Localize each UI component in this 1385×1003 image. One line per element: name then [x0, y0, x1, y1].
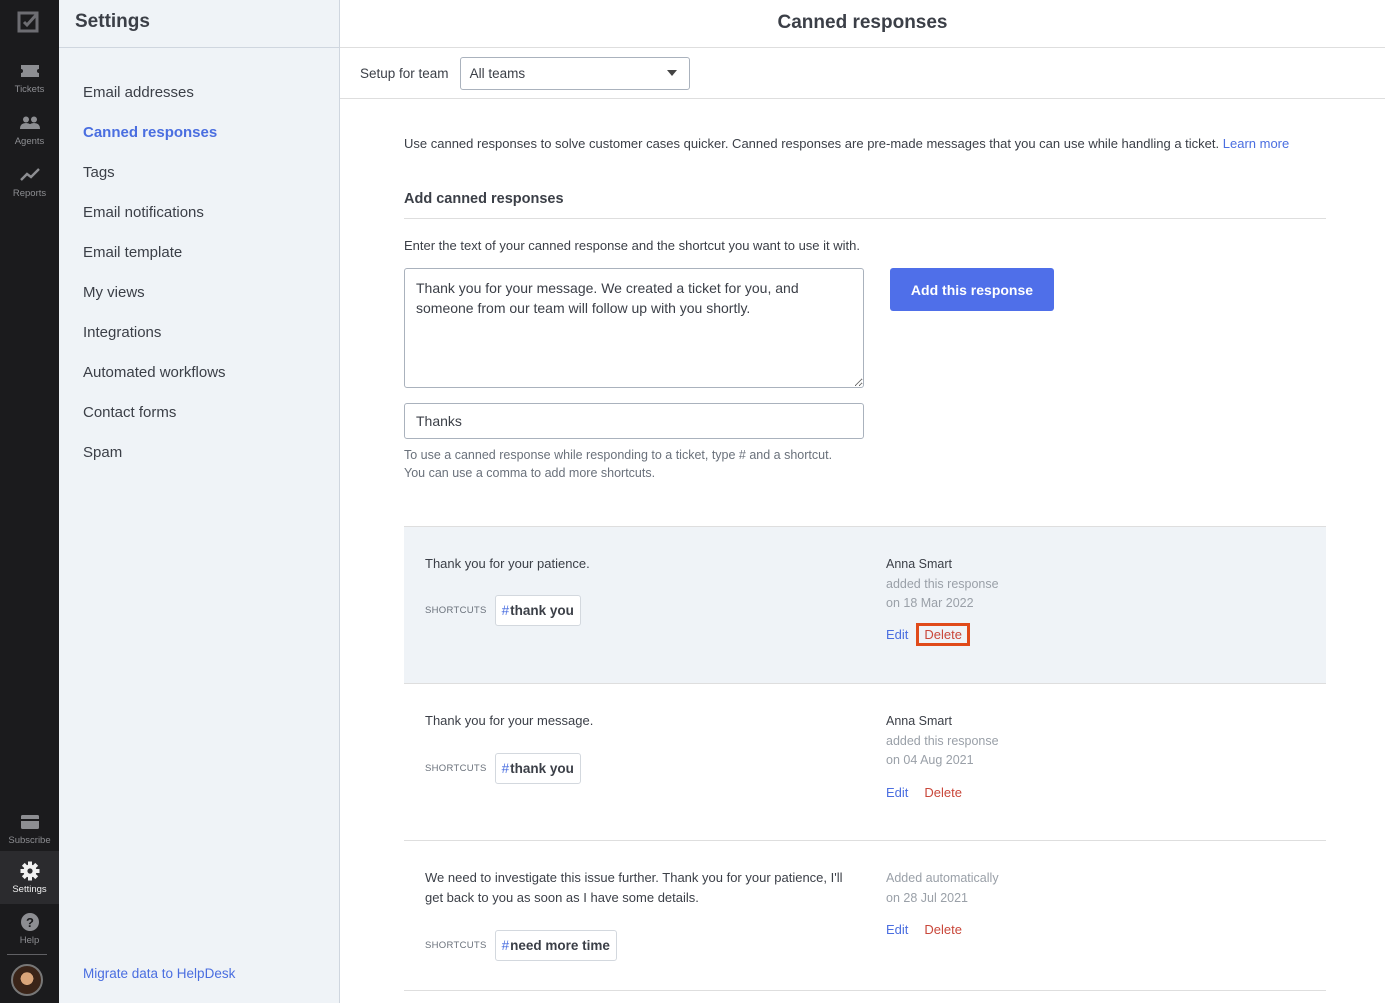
response-actions: Edit Delete [886, 922, 962, 937]
user-avatar[interactable] [11, 964, 43, 996]
response-text: We need to investigate this issue furthe… [425, 870, 843, 905]
response-item: We need to investigate this issue furthe… [404, 841, 1326, 991]
rail-item-label: Agents [14, 136, 45, 147]
sidebar-item-automated-workflows[interactable]: Automated workflows [59, 360, 339, 400]
shortcuts-row: SHORTCUTS # need more time [425, 930, 617, 961]
shortcuts-label: SHORTCUTS [425, 940, 487, 951]
learn-more-link[interactable]: Learn more [1223, 136, 1289, 151]
sidebar-item-canned-responses[interactable]: Canned responses [59, 120, 339, 160]
main-panel: Canned responses Setup for team All team… [340, 0, 1385, 1003]
shortcuts-row: SHORTCUTS # thank you [425, 753, 581, 784]
hash-icon: # [501, 603, 510, 618]
response-added-line: Added automatically [886, 871, 999, 885]
add-section-title: Add canned responses [404, 191, 1326, 219]
response-item: Thank you for your patience. SHORTCUTS #… [404, 527, 1326, 684]
shortcuts-label: SHORTCUTS [425, 605, 487, 616]
rail-item-label: Subscribe [8, 835, 51, 846]
shortcut-chip: # need more time [494, 930, 617, 961]
response-date: on 18 Mar 2022 [886, 596, 974, 610]
edit-button[interactable]: Edit [886, 922, 908, 937]
shortcut-chip: # thank you [494, 753, 581, 784]
rail-item-agents[interactable]: Agents [0, 108, 59, 160]
response-actions: Edit Delete [886, 623, 970, 646]
app-rail: Tickets Agents Reports Subscribe Setting… [0, 0, 59, 1003]
response-author: Anna Smart [886, 557, 953, 571]
svg-text:?: ? [26, 915, 34, 930]
intro-description: Use canned responses to solve customer c… [404, 136, 1220, 151]
sidebar-item-contact-forms[interactable]: Contact forms [59, 400, 339, 440]
response-date: on 04 Aug 2021 [886, 753, 974, 767]
edit-button[interactable]: Edit [886, 627, 908, 642]
shortcuts-row: SHORTCUTS # thank you [425, 595, 581, 626]
rail-item-help[interactable]: ? Help [0, 907, 59, 959]
team-label: Setup for team [360, 65, 449, 81]
intro-text: Use canned responses to solve customer c… [404, 136, 1326, 151]
response-added-line: added this response [886, 576, 999, 591]
shortcut-chip: # thank you [494, 595, 581, 626]
rail-item-label: Settings [12, 884, 47, 895]
rail-item-reports[interactable]: Reports [0, 160, 59, 212]
team-select[interactable]: All teams [459, 56, 690, 90]
sidebar-item-spam[interactable]: Spam [59, 440, 339, 480]
credit-card-icon [19, 811, 41, 833]
shortcut-chip-label: need more time [510, 938, 610, 953]
delete-button[interactable]: Delete [924, 785, 962, 800]
sidebar-item-email-notifications[interactable]: Email notifications [59, 200, 339, 240]
sidebar-nav: Email addresses Canned responses Tags Em… [59, 48, 339, 480]
response-text-input[interactable]: Thank you for your message. We created a… [404, 268, 864, 388]
shortcut-input[interactable] [404, 403, 864, 439]
response-date: on 28 Jul 2021 [886, 890, 969, 905]
rail-item-tickets[interactable]: Tickets [0, 56, 59, 108]
migrate-data-link[interactable]: Migrate data to HelpDesk [83, 966, 235, 981]
add-hint: Enter the text of your canned response a… [404, 238, 860, 253]
team-bar: Setup for team All teams [340, 48, 1385, 99]
caret-down-icon [666, 70, 677, 76]
response-meta: Anna Smart added this response on 04 Aug… [886, 712, 999, 771]
sidebar-item-integrations[interactable]: Integrations [59, 320, 339, 360]
delete-button[interactable]: Delete [916, 623, 970, 646]
shortcut-hint-line-2: You can use a comma to add more shortcut… [404, 466, 656, 480]
sidebar-title: Settings [59, 0, 339, 48]
rail-item-label: Tickets [14, 84, 45, 95]
team-select-value: All teams [469, 65, 526, 81]
trend-line-icon [19, 164, 41, 186]
settings-sidebar: Settings Email addresses Canned response… [59, 0, 340, 1003]
hash-icon: # [501, 761, 510, 776]
response-author: Anna Smart [886, 714, 953, 728]
edit-button[interactable]: Edit [886, 785, 908, 800]
sidebar-item-my-views[interactable]: My views [59, 280, 339, 320]
shortcuts-label: SHORTCUTS [425, 763, 487, 774]
rail-item-label: Help [19, 935, 40, 946]
response-text: Thank you for your message. [425, 713, 594, 728]
delete-button[interactable]: Delete [924, 922, 962, 937]
content: Use canned responses to solve customer c… [340, 136, 1326, 991]
shortcut-chip-label: thank you [510, 761, 574, 776]
agents-icon [19, 112, 41, 134]
question-circle-icon: ? [19, 911, 41, 933]
response-meta: Anna Smart added this response on 18 Mar… [886, 555, 999, 614]
response-added-line: added this response [886, 733, 999, 748]
shortcut-hint-line-1: To use a canned response while respondin… [404, 448, 833, 462]
add-response-form: Thank you for your message. We created a… [404, 268, 1326, 482]
page-title: Canned responses [340, 0, 1385, 48]
sidebar-item-tags[interactable]: Tags [59, 160, 339, 200]
response-meta: Added automatically on 28 Jul 2021 [886, 869, 999, 908]
responses-list: Thank you for your patience. SHORTCUTS #… [404, 526, 1326, 991]
response-item: Thank you for your message. SHORTCUTS # t… [404, 684, 1326, 841]
hash-icon: # [501, 938, 510, 953]
sidebar-item-email-addresses[interactable]: Email addresses [59, 80, 339, 120]
sidebar-item-email-template[interactable]: Email template [59, 240, 339, 280]
ticket-icon [19, 60, 41, 82]
checkbox-logo-icon[interactable] [16, 11, 40, 33]
rail-item-label: Reports [12, 188, 47, 199]
gear-icon [19, 860, 41, 882]
shortcut-hint: To use a canned response while respondin… [404, 446, 864, 482]
rail-divider [7, 954, 47, 955]
response-text: Thank you for your patience. [425, 556, 590, 571]
shortcut-chip-label: thank you [510, 603, 574, 618]
add-response-button[interactable]: Add this response [890, 268, 1054, 311]
response-actions: Edit Delete [886, 785, 962, 800]
rail-item-settings[interactable]: Settings [0, 851, 59, 904]
